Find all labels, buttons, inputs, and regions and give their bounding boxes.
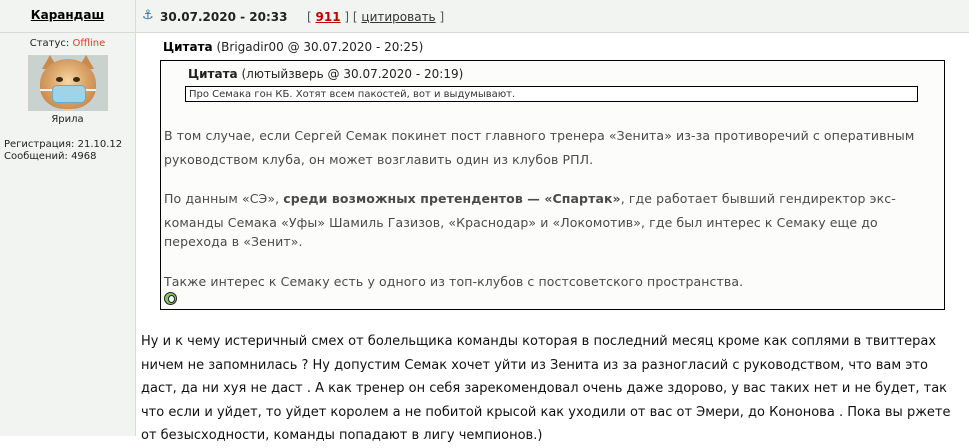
post-datetime: 30.07.2020 - 20:33 xyxy=(160,10,288,24)
inner-quote-meta: (лютыйзверь @ 30.07.2020 - 20:19) xyxy=(241,67,464,81)
cite-link[interactable]: цитировать xyxy=(361,10,435,24)
post-line-2: ничем не запомнилась ? Ну допустим Семак… xyxy=(141,357,928,373)
user-sidebar: Карандаш Статус: Offline Ярила Регистрац… xyxy=(0,0,136,436)
post-number-link[interactable]: 911 xyxy=(316,10,341,24)
quote-label: Цитата xyxy=(163,40,213,54)
user-stats: Регистрация: 21.10.12 Сообщений: 4968 xyxy=(0,139,135,163)
post-line-4: что если и уйдет, то уйдет королем а не … xyxy=(141,404,951,420)
post-line-3: даст, да ни хуя не даст . А как тренер о… xyxy=(141,381,948,396)
quote-paragraph-2-line-3: перехода в «Зенит». xyxy=(164,234,303,249)
avatar-caption: Ярила xyxy=(51,114,84,125)
post-line-1: Ну и к чему истеричный смех от болельщик… xyxy=(141,334,937,349)
registration-date: 21.10.12 xyxy=(77,139,123,150)
quote-p2-bold: среди возможных претендентов — «Спартак» xyxy=(283,191,621,206)
messages-row: Сообщений: 4968 xyxy=(4,151,135,163)
status-label: Статус: xyxy=(29,38,70,49)
avatar[interactable] xyxy=(27,55,108,111)
quote-p2-text-a: По данным «СЭ», xyxy=(164,191,284,206)
smiley-icon xyxy=(164,292,177,305)
quote-header: Цитата (Brigadir00 @ 30.07.2020 - 20:25) xyxy=(163,40,423,54)
quote-paragraph-2-line-1: По данным «СЭ», среди возможных претенде… xyxy=(164,188,934,210)
bracket-separator: ] [ xyxy=(344,10,358,24)
inner-quote-header: Цитата (лютыйзверь @ 30.07.2020 - 20:19) xyxy=(188,67,463,81)
quote-box: Цитата (лютыйзверь @ 30.07.2020 - 20:19)… xyxy=(160,60,945,310)
bracket-open: [ xyxy=(307,10,312,24)
quote-paragraph-1-line-1: В том случае, если Сергей Семак покинет … xyxy=(164,128,915,143)
user-header: Карандаш xyxy=(0,0,135,33)
messages-count: 4968 xyxy=(71,151,97,162)
anchor-icon[interactable]: ⚓ xyxy=(142,9,156,23)
quote-paragraph-3-line-1: Также интерес к Семаку есть у одного из … xyxy=(164,274,744,289)
post-header: ⚓ 30.07.2020 - 20:33 [ 911 ] [ цитироват… xyxy=(136,0,969,33)
registration-row: Регистрация: 21.10.12 xyxy=(4,139,135,151)
username-link[interactable]: Карандаш xyxy=(31,8,104,22)
registration-label: Регистрация: xyxy=(4,139,75,150)
quote-paragraph-1-line-2: руководством клуба, он может возглавить … xyxy=(164,152,594,167)
status-offline-badge: Offline xyxy=(72,38,106,49)
messages-label: Сообщений: xyxy=(4,151,68,162)
post-actions: [ 911 ] [ цитировать ] xyxy=(307,10,444,24)
bracket-close: ] xyxy=(439,10,445,24)
user-status: Статус: Offline xyxy=(0,38,135,49)
inner-quote-label: Цитата xyxy=(188,67,238,81)
quote-meta: (Brigadir00 @ 30.07.2020 - 20:25) xyxy=(216,40,424,54)
post-body: Ну и к чему истеричный смех от болельщик… xyxy=(141,330,965,448)
inner-quote-text: Про Семака гон КБ. Хотят всем пакостей, … xyxy=(185,86,918,102)
quote-p2-text-b: , где работает бывший гендиректор экс- xyxy=(620,191,896,206)
